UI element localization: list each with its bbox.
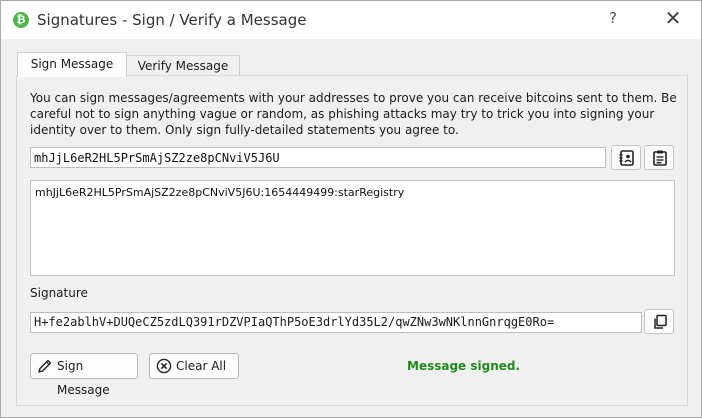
sign-message-panel: You can sign messages/agreements with yo…: [16, 75, 688, 406]
sign-message-label: Sign Message: [57, 359, 110, 397]
clear-all-label: Clear All: [176, 359, 227, 373]
message-textarea[interactable]: mhJjL6eR2HL5PrSmAjSZ2ze8pCNviV5J6U:16544…: [30, 180, 675, 276]
copy-icon: [654, 314, 667, 329]
signatures-window: ₿ Signatures - Sign / Verify a Message ?…: [0, 0, 702, 418]
clear-circle-icon: [156, 358, 172, 374]
signature-label: Signature: [30, 286, 88, 300]
bitcoin-app-icon: ₿: [13, 12, 29, 28]
clear-all-button[interactable]: Clear All: [149, 353, 239, 379]
address-book-button[interactable]: [611, 145, 641, 170]
help-button[interactable]: ?: [609, 9, 617, 27]
copy-signature-button[interactable]: [644, 309, 674, 334]
address-book-icon: [619, 150, 634, 166]
window-title: Signatures - Sign / Verify a Message: [37, 11, 307, 29]
paste-button[interactable]: [644, 145, 674, 170]
tab-sign-message[interactable]: Sign Message: [17, 52, 127, 77]
pen-icon: [38, 359, 52, 373]
close-button[interactable]: ✕: [663, 6, 683, 30]
paste-icon: [653, 150, 667, 166]
sign-message-button[interactable]: Sign Message: [30, 353, 138, 397]
sign-description: You can sign messages/agreements with yo…: [30, 91, 677, 137]
status-message: Message signed.: [407, 359, 521, 373]
address-input[interactable]: mhJjL6eR2HL5PrSmAjSZ2ze8pCNviV5J6U: [30, 147, 606, 168]
tab-verify-message[interactable]: Verify Message: [126, 55, 240, 76]
signature-output[interactable]: H+fe2ablhV+DUQeCZ5zdLQ391rDZVPIaQThP5oE3…: [30, 312, 642, 333]
title-bar: ₿ Signatures - Sign / Verify a Message ?…: [1, 1, 701, 39]
